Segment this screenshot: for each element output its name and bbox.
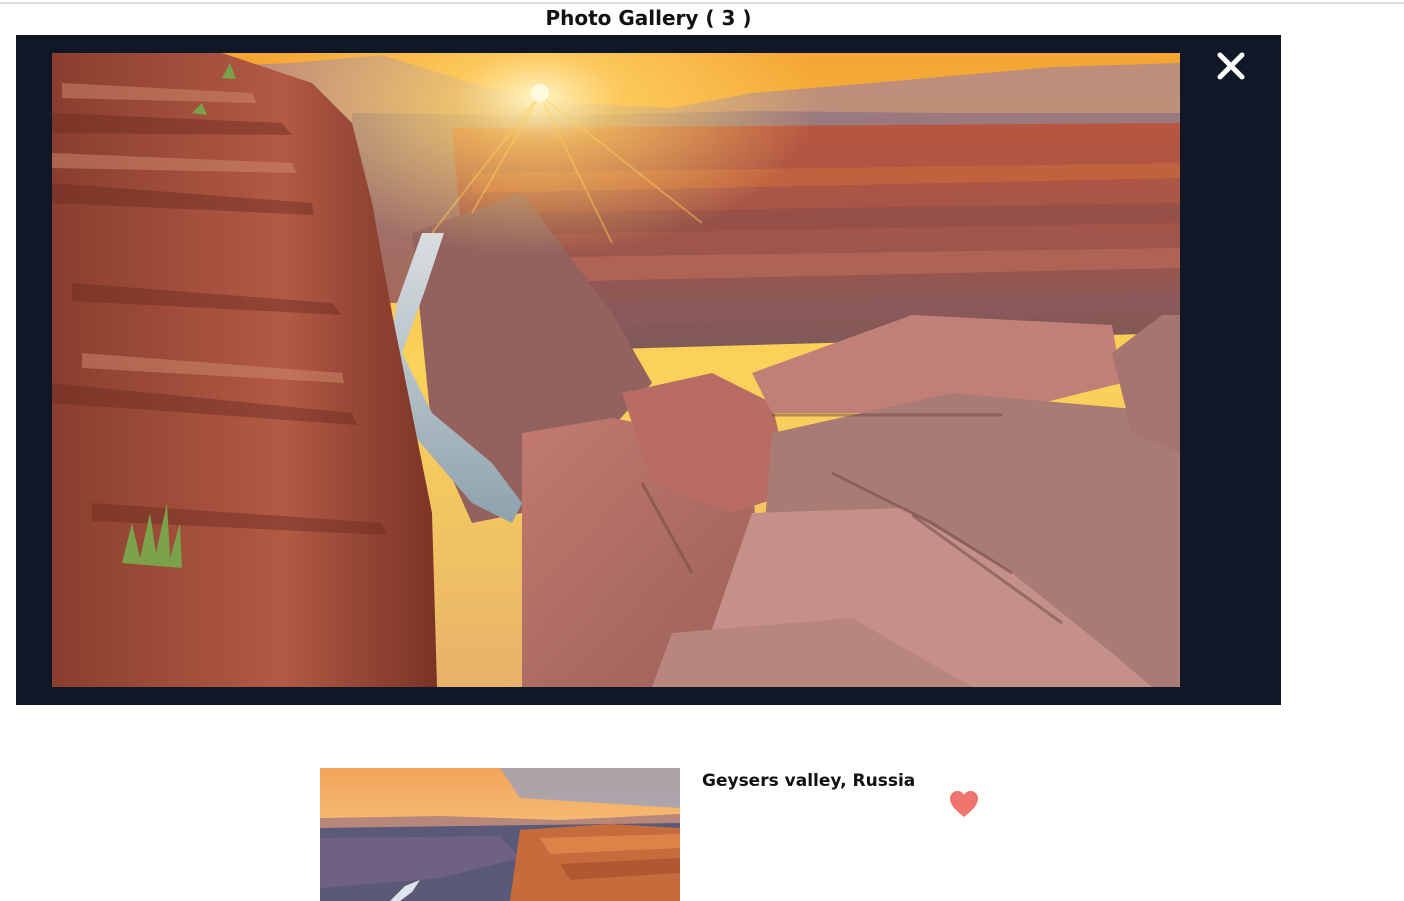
gallery-thumbnail[interactable] — [320, 768, 680, 901]
close-icon — [1217, 52, 1245, 80]
thumbnail-image — [320, 768, 680, 901]
main-photo — [52, 53, 1180, 687]
top-divider — [0, 2, 1404, 4]
photo-viewer — [16, 35, 1281, 705]
close-button[interactable] — [1214, 49, 1248, 83]
favorite-button[interactable] — [948, 789, 980, 819]
card-title: Geysers valley, Russia — [702, 771, 916, 791]
heart-icon — [950, 791, 978, 817]
canyon-photo-image — [52, 53, 1180, 687]
page-title: Photo Gallery ( 3 ) — [545, 6, 752, 30]
